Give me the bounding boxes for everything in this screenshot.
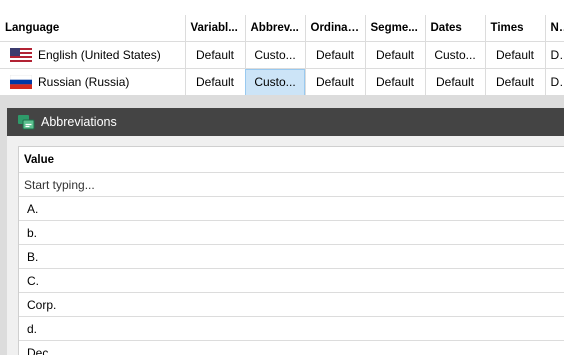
abbreviation-value[interactable]: C. — [19, 268, 564, 293]
cell-variables[interactable]: Default — [185, 68, 246, 96]
abbreviation-value[interactable]: Corp. — [19, 292, 564, 317]
list-item[interactable]: C. — [19, 268, 564, 293]
cell-times[interactable]: Default — [485, 68, 546, 96]
language-label: Russian (Russia) — [38, 74, 130, 89]
cell-variables[interactable]: Default — [185, 41, 246, 69]
list-item[interactable]: A. — [19, 196, 564, 221]
column-header-variables[interactable]: Variabl... — [185, 15, 246, 42]
cell-dates[interactable]: Default — [425, 68, 486, 96]
cell-abbreviations[interactable]: Custo... — [245, 41, 306, 69]
cell-dates[interactable]: Custo... — [425, 41, 486, 69]
list-item[interactable]: b. — [19, 220, 564, 245]
dialog-title: Abbreviations — [41, 115, 117, 129]
language-label: English (United States) — [38, 47, 161, 62]
cell-ordinal[interactable]: Default — [305, 41, 366, 69]
cell-numbers[interactable]: D — [545, 68, 564, 96]
column-header-abbreviations[interactable]: Abbrev... — [245, 15, 306, 42]
abbreviation-value[interactable]: B. — [19, 244, 564, 269]
abbreviation-value[interactable]: A. — [19, 196, 564, 221]
abbreviations-app-icon — [17, 113, 35, 131]
column-header-segmentation[interactable]: Segme... — [365, 15, 426, 42]
cell-segmentation[interactable]: Default — [365, 41, 426, 69]
abbreviation-value[interactable]: d. — [19, 316, 564, 341]
column-header-times[interactable]: Times — [485, 15, 546, 42]
column-header-numbers[interactable]: Nu — [545, 15, 564, 42]
language-row-english[interactable]: English (United States) Default Custo...… — [0, 41, 564, 69]
cell-ordinal[interactable]: Default — [305, 68, 366, 96]
list-item[interactable]: d. — [19, 316, 564, 341]
new-value-input[interactable]: Start typing... — [19, 172, 564, 197]
cell-segmentation[interactable]: Default — [365, 68, 426, 96]
cell-abbreviations-selected[interactable]: Custo... — [245, 68, 306, 96]
russia-flag-icon — [10, 75, 32, 90]
us-flag-icon — [10, 48, 32, 63]
cell-times[interactable]: Default — [485, 41, 546, 69]
column-header-language[interactable]: Language — [0, 15, 186, 42]
list-item[interactable]: Dec. — [19, 340, 564, 355]
column-header-dates[interactable]: Dates — [425, 15, 486, 42]
abbreviations-dialog: Abbreviations Value Start typing... A. b… — [7, 108, 564, 355]
dialog-backdrop: Abbreviations Value Start typing... A. b… — [0, 95, 564, 355]
abbreviations-list-panel: Value Start typing... A. b. B. C. Corp. … — [18, 146, 564, 355]
language-cell[interactable]: Russian (Russia) — [0, 68, 186, 96]
grid-header-row: Language Variabl... Abbrev... Ordinal...… — [0, 15, 564, 42]
cell-numbers[interactable]: D — [545, 41, 564, 69]
abbreviation-value[interactable]: Dec. — [19, 340, 564, 355]
language-cell[interactable]: English (United States) — [0, 41, 186, 69]
list-item[interactable]: B. — [19, 244, 564, 269]
column-header-ordinal[interactable]: Ordinal... — [305, 15, 366, 42]
column-header-value[interactable]: Value — [19, 147, 564, 173]
abbreviation-value[interactable]: b. — [19, 220, 564, 245]
language-row-russian[interactable]: Russian (Russia) Default Custo... Defaul… — [0, 68, 564, 96]
abbreviations-table: Value Start typing... A. b. B. C. Corp. … — [19, 147, 564, 355]
new-value-row[interactable]: Start typing... — [19, 172, 564, 197]
dialog-titlebar[interactable]: Abbreviations — [7, 108, 564, 136]
language-settings-grid: Language Variabl... Abbrev... Ordinal...… — [0, 15, 564, 96]
list-item[interactable]: Corp. — [19, 292, 564, 317]
